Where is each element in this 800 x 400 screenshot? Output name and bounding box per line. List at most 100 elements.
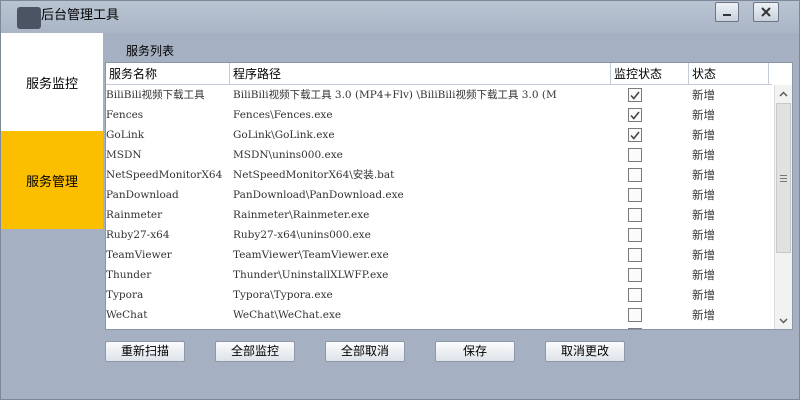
checkmark-icon (630, 91, 640, 100)
monitor-checkbox[interactable] (628, 208, 642, 222)
scroll-down-button[interactable] (775, 312, 792, 329)
table-row[interactable]: Fences Fences\Fences.exe 新增 (106, 105, 772, 125)
monitor-checkbox-cell (628, 288, 646, 302)
service-path-cell: GoLink\GoLink.exe (233, 129, 335, 141)
nav-item-label: 服务监控 (25, 76, 78, 92)
service-status-cell: 新增 (692, 248, 715, 262)
service-list-label: 服务列表 (126, 44, 175, 58)
monitor-checkbox[interactable] (628, 88, 642, 102)
monitor-all-button[interactable]: 全部监控 (215, 341, 295, 362)
monitor-checkbox-cell (628, 208, 646, 222)
service-path-cell: TeamViewer\TeamViewer.exe (233, 249, 389, 261)
chevron-up-icon (779, 91, 788, 96)
monitor-checkbox-cell (628, 108, 646, 122)
checkmark-icon (630, 111, 640, 120)
scroll-thumb[interactable] (776, 103, 791, 253)
monitor-checkbox-cell (628, 268, 646, 282)
cancel-all-button[interactable]: 全部取消 (325, 341, 405, 362)
service-path-cell: Rainmeter\Rainmeter.exe (233, 209, 370, 221)
service-path-cell: PanDownload\PanDownload.exe (233, 189, 404, 201)
column-header-path[interactable]: 程序路径 (230, 63, 611, 85)
minimize-icon (723, 14, 731, 16)
service-name-cell: Typora (106, 289, 144, 301)
vertical-scrollbar[interactable] (774, 85, 792, 329)
monitor-checkbox-cell (628, 88, 646, 102)
column-header-status[interactable]: 状态 (689, 63, 769, 85)
table-row[interactable]: TeamViewer TeamViewer\TeamViewer.exe 新增 (106, 245, 772, 265)
monitor-checkbox[interactable] (628, 268, 642, 282)
column-header-name[interactable]: 服务名称 (106, 63, 230, 85)
service-path-cell: MSDN\unins000.exe (233, 149, 343, 161)
service-status-cell: 新增 (692, 208, 715, 222)
service-table: 服务名称 程序路径 监控状态 状态 BiliBili视频下载工具 BiliBili… (105, 62, 793, 330)
table-row[interactable]: Thunder Thunder\UninstallXLWFP.exe 新增 (106, 265, 772, 285)
scroll-up-button[interactable] (775, 85, 792, 102)
service-name-cell: BiliBili视频下载工具 (106, 89, 205, 101)
rescan-button[interactable]: 重新扫描 (105, 341, 185, 362)
nav-item-label: 服务管理 (25, 174, 78, 190)
window-title: 后台管理工具 (41, 8, 120, 23)
monitor-checkbox[interactable] (628, 288, 642, 302)
minimize-button[interactable] (715, 2, 739, 22)
service-status-cell: 新增 (692, 128, 715, 142)
service-name-cell: Thunder (106, 269, 152, 281)
main-window: 后台管理工具 服务监控 服务管理 服务列表 服务名称 程序路径 监控状态 状态 … (0, 0, 800, 400)
monitor-checkbox-cell (628, 148, 646, 162)
service-status-cell: 新增 (692, 88, 715, 102)
title-bar[interactable]: 后台管理工具 (1, 1, 799, 33)
monitor-checkbox-cell (628, 228, 646, 242)
monitor-checkbox[interactable] (628, 128, 642, 142)
monitor-checkbox[interactable] (628, 148, 642, 162)
side-nav: 服务监控 服务管理 (1, 33, 103, 229)
service-path-cell: NetSpeedMonitorX64\安装.bat (233, 169, 395, 181)
service-name-cell: Rainmeter (106, 209, 163, 221)
monitor-checkbox[interactable] (628, 108, 642, 122)
monitor-checkbox[interactable] (628, 308, 642, 322)
table-row[interactable]: Typora Typora\Typora.exe 新增 (106, 285, 772, 305)
chevron-down-icon (779, 318, 788, 323)
service-path-cell: WeChat\WeChat.exe (233, 309, 342, 321)
app-icon (17, 7, 41, 29)
service-name-cell: GoLink (106, 129, 145, 141)
monitor-checkbox[interactable] (628, 328, 642, 329)
service-name-cell: PanDownload (106, 189, 179, 201)
monitor-checkbox-cell (628, 308, 646, 322)
table-row[interactable]: Ruby27-x64 Ruby27-x64\unins000.exe 新增 (106, 225, 772, 245)
service-status-cell: 新增 (692, 308, 715, 322)
service-name-cell: Ruby27-x64 (106, 229, 170, 241)
table-row[interactable]: BiliBili视频下载工具 BiliBili视频下载工具 3.0 (MP4+Fl… (106, 85, 772, 105)
monitor-checkbox[interactable] (628, 188, 642, 202)
service-status-cell: 新增 (692, 148, 715, 162)
service-path-cell: Ruby27-x64\unins000.exe (233, 229, 371, 241)
table-row[interactable]: 新增 (106, 325, 772, 329)
service-name-cell: MSDN (106, 149, 142, 161)
service-name-cell (106, 325, 230, 329)
service-status-cell: 新增 (692, 108, 715, 122)
save-button[interactable]: 保存 (435, 341, 515, 362)
service-name-cell: NetSpeedMonitorX64 (106, 169, 223, 181)
table-row[interactable]: Rainmeter Rainmeter\Rainmeter.exe 新增 (106, 205, 772, 225)
monitor-checkbox-cell (628, 248, 646, 262)
service-path-cell: BiliBili视频下载工具 3.0 (MP4+Flv) \BiliBili视频… (233, 89, 557, 101)
service-path-cell: Fences\Fences.exe (233, 109, 333, 121)
column-header-monitor[interactable]: 监控状态 (611, 63, 689, 85)
service-status-cell: 新增 (692, 168, 715, 182)
close-icon (761, 7, 771, 17)
service-status-cell: 新增 (692, 188, 715, 202)
table-row[interactable]: WeChat WeChat\WeChat.exe 新增 (106, 305, 772, 325)
service-name-cell: Fences (106, 109, 144, 121)
table-row[interactable]: GoLink GoLink\GoLink.exe 新增 (106, 125, 772, 145)
monitor-checkbox[interactable] (628, 168, 642, 182)
monitor-checkbox-cell (628, 188, 646, 202)
nav-item-service-manage[interactable]: 服务管理 (1, 131, 103, 229)
table-row[interactable]: MSDN MSDN\unins000.exe 新增 (106, 145, 772, 165)
close-button[interactable] (753, 2, 779, 22)
table-row[interactable]: PanDownload PanDownload\PanDownload.exe 新增 (106, 185, 772, 205)
cancel-changes-button[interactable]: 取消更改 (545, 341, 625, 362)
monitor-checkbox[interactable] (628, 248, 642, 262)
table-row[interactable]: NetSpeedMonitorX64 NetSpeedMonitorX64\安装.… (106, 165, 772, 185)
monitor-checkbox[interactable] (628, 228, 642, 242)
service-status-cell: 新增 (692, 325, 762, 329)
table-header: 服务名称 程序路径 监控状态 状态 (106, 63, 772, 85)
nav-item-service-monitor[interactable]: 服务监控 (1, 33, 103, 131)
